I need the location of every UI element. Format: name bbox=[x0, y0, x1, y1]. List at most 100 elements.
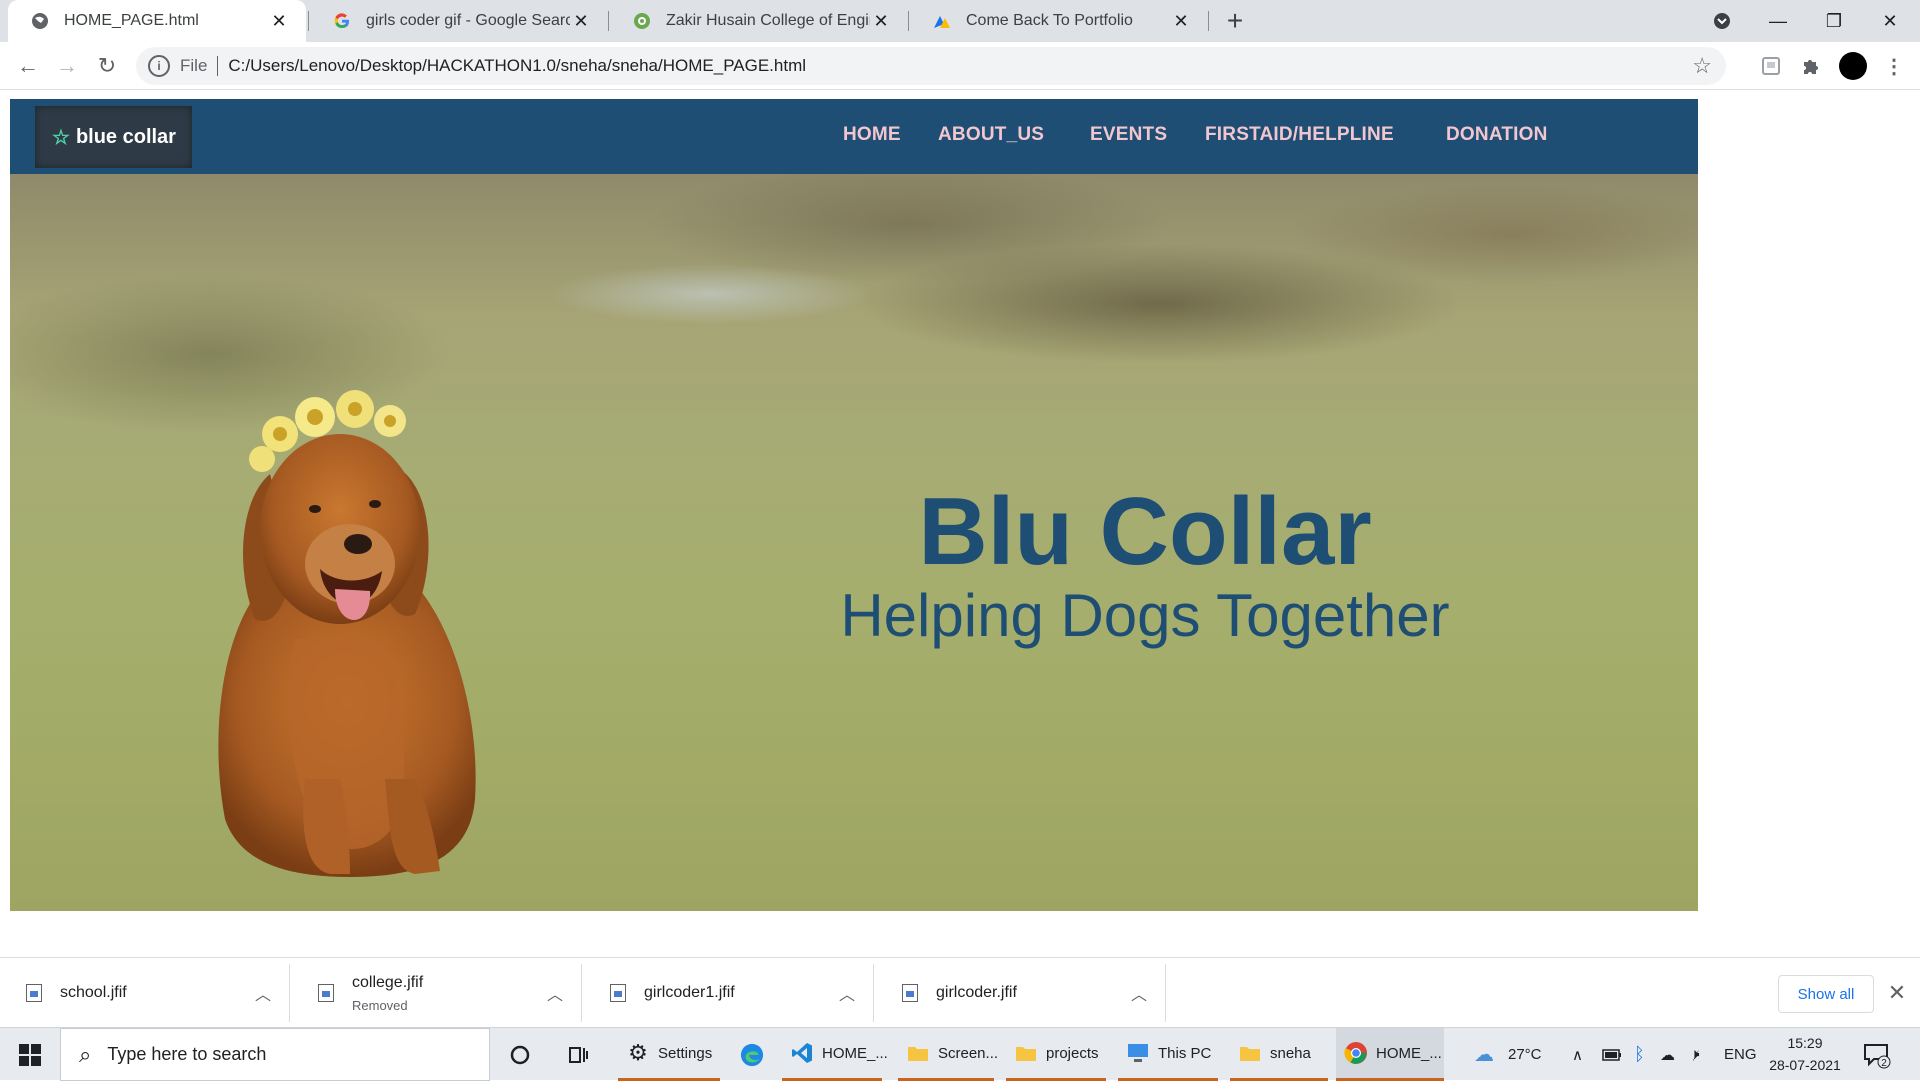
browser-toolbar: ← → ↻ i File ☆ ⋮ bbox=[0, 42, 1920, 90]
cortana-icon bbox=[508, 1043, 532, 1067]
task-view-button[interactable] bbox=[558, 1028, 598, 1081]
battery-icon[interactable] bbox=[1602, 1028, 1622, 1081]
download-item[interactable]: school.jfif ︿ bbox=[0, 964, 290, 1022]
close-tab-icon[interactable]: ✕ bbox=[870, 10, 892, 32]
extension-box-icon[interactable] bbox=[1757, 52, 1785, 80]
dog-image bbox=[218, 390, 476, 877]
chevron-up-icon[interactable]: ︿ bbox=[835, 981, 859, 1005]
chevron-up-icon[interactable]: ︿ bbox=[543, 981, 567, 1005]
system-clock[interactable]: 15:29 28-07-2021 bbox=[1760, 1032, 1850, 1076]
profile-avatar[interactable] bbox=[1839, 52, 1867, 80]
download-filename: girlcoder.jfif bbox=[936, 984, 1017, 1001]
file-icon bbox=[318, 984, 334, 1002]
back-icon[interactable]: ← bbox=[14, 52, 42, 80]
url-input[interactable] bbox=[228, 56, 1529, 76]
chevron-up-icon[interactable]: ︿ bbox=[1127, 981, 1151, 1005]
onedrive-cloud-icon[interactable]: ☁ bbox=[1660, 1028, 1675, 1081]
tab-separator bbox=[308, 11, 309, 31]
taskbar-app-settings[interactable]: ⚙ Settings bbox=[618, 1028, 720, 1081]
file-icon bbox=[610, 984, 626, 1002]
windows-taskbar: ⌕ ⚙ Settings HOME_... Screen... projects… bbox=[0, 1027, 1920, 1081]
taskbar-app-sneha-folder[interactable]: sneha bbox=[1230, 1028, 1328, 1081]
tab-title: HOME_PAGE.html bbox=[64, 12, 199, 29]
vscode-icon bbox=[790, 1041, 814, 1065]
hero-title: Blu Collar bbox=[918, 478, 1372, 585]
taskbar-app-label: HOME_... bbox=[822, 1044, 888, 1062]
nav-events[interactable]: EVENTS bbox=[1090, 124, 1167, 146]
edge-icon bbox=[740, 1043, 764, 1067]
this-pc-icon bbox=[1126, 1041, 1150, 1065]
close-tab-icon[interactable]: ✕ bbox=[570, 10, 592, 32]
info-icon[interactable]: i bbox=[148, 55, 170, 77]
tab-title: Zakir Husain College of Engineeri bbox=[666, 12, 870, 29]
tab-search-icon[interactable] bbox=[1694, 0, 1750, 42]
tab-portfolio[interactable]: Come Back To Portfolio ✕ bbox=[910, 0, 1208, 42]
bookmark-star-icon[interactable]: ☆ bbox=[1692, 53, 1712, 79]
close-shelf-icon[interactable]: ✕ bbox=[1884, 980, 1910, 1006]
chevron-up-icon[interactable]: ︿ bbox=[251, 981, 275, 1005]
tab-google-search[interactable]: girls coder gif - Google Search ✕ bbox=[310, 0, 608, 42]
show-all-button[interactable]: Show all bbox=[1778, 975, 1874, 1013]
menu-kebab-icon[interactable]: ⋮ bbox=[1880, 52, 1908, 80]
close-tab-icon[interactable]: ✕ bbox=[1170, 10, 1192, 32]
taskbar-app-this-pc[interactable]: This PC bbox=[1118, 1028, 1218, 1081]
forward-icon[interactable]: → bbox=[53, 52, 81, 80]
taskbar-app-projects-folder[interactable]: projects bbox=[1006, 1028, 1106, 1081]
folder-icon bbox=[1014, 1041, 1038, 1065]
download-item[interactable]: college.jfif Removed ︿ bbox=[292, 964, 582, 1022]
nav-home[interactable]: HOME bbox=[843, 124, 901, 146]
taskbar-app-vscode[interactable]: HOME_... bbox=[782, 1028, 888, 1081]
page-viewport: ☆ blue collar HOME ABOUT_US EVENTS FIRST… bbox=[0, 91, 1920, 957]
close-window-icon[interactable]: ✕ bbox=[1862, 0, 1918, 42]
volume-muted-icon[interactable]: 🕨̷ bbox=[1690, 1028, 1699, 1081]
brand-name: blue collar bbox=[75, 125, 176, 148]
college-icon bbox=[632, 11, 652, 31]
notification-count: 2 bbox=[1881, 1058, 1887, 1069]
globe-icon bbox=[30, 11, 50, 31]
download-item[interactable]: girlcoder.jfif ︿ bbox=[876, 964, 1166, 1022]
nav-firstaid-helpline[interactable]: FIRSTAID/HELPLINE bbox=[1205, 124, 1394, 146]
close-tab-icon[interactable]: ✕ bbox=[268, 10, 290, 32]
folder-icon bbox=[1238, 1041, 1262, 1065]
minimize-icon[interactable]: — bbox=[1750, 0, 1806, 42]
download-filename: college.jfif bbox=[352, 973, 424, 991]
taskbar-app-label: projects bbox=[1046, 1044, 1099, 1062]
tab-separator bbox=[1208, 11, 1209, 31]
download-item[interactable]: girlcoder1.jfif ︿ bbox=[584, 964, 874, 1022]
extensions-puzzle-icon[interactable] bbox=[1797, 52, 1825, 80]
taskbar-app-label: This PC bbox=[1158, 1044, 1212, 1062]
tab-zakir-husain-college[interactable]: Zakir Husain College of Engineeri ✕ bbox=[610, 0, 908, 42]
start-button[interactable] bbox=[0, 1028, 60, 1081]
tab-separator bbox=[608, 11, 609, 31]
google-icon bbox=[332, 11, 352, 31]
taskbar-search-input[interactable] bbox=[107, 1044, 448, 1065]
settings-icon: ⚙ bbox=[628, 1040, 648, 1065]
taskbar-search[interactable]: ⌕ bbox=[60, 1028, 490, 1081]
file-icon bbox=[26, 984, 42, 1002]
download-filename: school.jfif bbox=[60, 984, 127, 1001]
tab-title: Come Back To Portfolio bbox=[966, 12, 1133, 29]
taskbar-app-chrome[interactable]: HOME_... bbox=[1336, 1028, 1444, 1081]
address-bar[interactable]: i File ☆ bbox=[136, 47, 1726, 85]
site-container: ☆ blue collar HOME ABOUT_US EVENTS FIRST… bbox=[10, 99, 1698, 919]
url-divider bbox=[217, 56, 219, 76]
windows-logo-icon bbox=[19, 1043, 41, 1066]
brand-logo[interactable]: ☆ blue collar bbox=[35, 106, 192, 168]
tab-home-page[interactable]: HOME_PAGE.html ✕ bbox=[8, 0, 306, 42]
star-logo-icon: ☆ bbox=[52, 126, 70, 149]
taskbar-app-screenshots-folder[interactable]: Screen... bbox=[898, 1028, 998, 1081]
tab-separator bbox=[908, 11, 909, 31]
language-indicator[interactable]: ENG bbox=[1724, 1028, 1757, 1081]
notification-center-icon[interactable]: 2 bbox=[1862, 1040, 1892, 1070]
cortana-button[interactable] bbox=[500, 1028, 540, 1081]
tray-overflow-icon[interactable]: ∧ bbox=[1572, 1028, 1583, 1081]
nav-about-us[interactable]: ABOUT_US bbox=[938, 124, 1044, 146]
restore-icon[interactable]: ❐ bbox=[1806, 0, 1862, 42]
weather-widget[interactable]: ☁ 27°C bbox=[1474, 1028, 1542, 1081]
taskbar-app-edge[interactable] bbox=[730, 1028, 774, 1081]
new-tab-button[interactable]: + bbox=[1220, 5, 1250, 36]
taskbar-app-label: sneha bbox=[1270, 1044, 1311, 1062]
nav-donation[interactable]: DONATION bbox=[1446, 124, 1548, 146]
reload-icon[interactable]: ↻ bbox=[93, 52, 121, 80]
bluetooth-icon[interactable]: ᛒ bbox=[1634, 1028, 1645, 1081]
